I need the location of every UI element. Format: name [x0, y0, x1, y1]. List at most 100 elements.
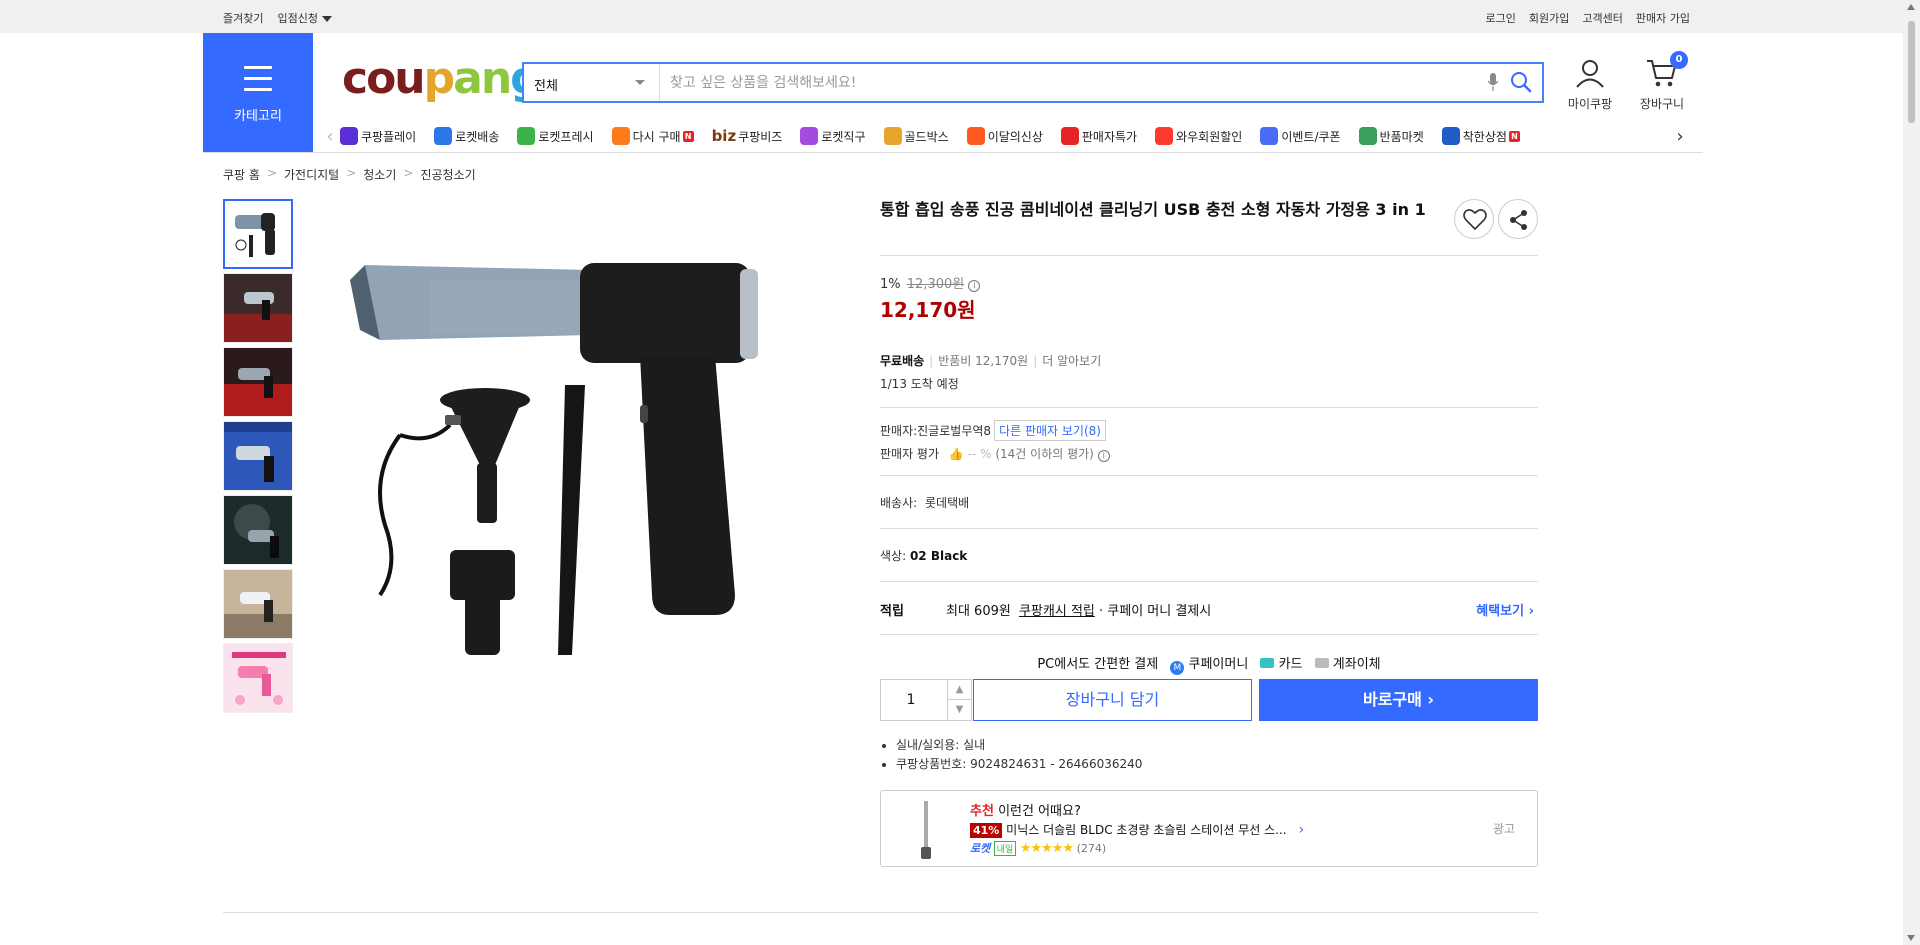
shipping-info: 무료배송 | 반품비 12,170원 | 더 알아보기	[880, 352, 1538, 369]
bookmark-link[interactable]: 즐겨찾기	[223, 10, 263, 26]
quantity-down-icon[interactable]: ▼	[947, 700, 971, 720]
quantity-up-icon[interactable]: ▲	[947, 680, 971, 700]
customer-center-link[interactable]: 고객센터	[1582, 10, 1622, 26]
nav-item-label: 로켓배송	[455, 129, 500, 144]
top-utility-bar: 즐겨찾기 입점신청 로그인 회원가입 고객센터 판매자 가입	[0, 0, 1903, 33]
color-label: 색상:	[880, 549, 907, 563]
scrollbar-thumb[interactable]	[1907, 20, 1916, 124]
breadcrumb: 쿠팡 홈 > 가전디지털 > 청소기 > 진공청소기	[223, 166, 476, 183]
nav-item[interactable]: 다시 구매 N	[611, 127, 694, 145]
buy-now-button[interactable]: 바로구매 ›	[1259, 679, 1538, 721]
pay-method: 카드	[1278, 657, 1303, 672]
seller-rating: 판매자 평가 👍 -- % (14건 이하의 평가) i	[880, 445, 1538, 462]
nav-item[interactable]: 반품마켓	[1358, 127, 1424, 145]
cart-count-badge: 0	[1670, 51, 1688, 69]
nav-item[interactable]: 착한상점 N	[1441, 127, 1520, 145]
chevron-down-icon	[635, 80, 645, 85]
nav-item[interactable]: 쿠팡플레이	[340, 127, 416, 145]
seller-name[interactable]: 진글로벌무역8	[917, 424, 991, 438]
product-thumbnail[interactable]	[223, 273, 293, 343]
nav-item[interactable]: 로켓직구	[800, 127, 866, 145]
goldbox-icon	[883, 127, 902, 145]
rebuy-icon	[611, 127, 630, 145]
vertical-scrollbar[interactable]	[1903, 0, 1920, 945]
search-category-select[interactable]: 전체	[524, 64, 660, 101]
product-thumbnail[interactable]	[223, 421, 293, 491]
product-thumbnail[interactable]	[223, 569, 293, 639]
nav-next-icon[interactable]: ›	[1670, 126, 1690, 147]
user-icon	[1576, 60, 1604, 88]
courier-info: 배송사: 롯데택배	[880, 476, 1538, 528]
discount-rate: 1%	[880, 277, 901, 292]
coupang-logo[interactable]: coupang	[342, 53, 542, 104]
product-thumbnail[interactable]	[223, 643, 293, 713]
logo-part: p	[423, 53, 455, 104]
nav-item[interactable]: biz 쿠팡비즈	[712, 127, 783, 145]
product-thumbnail[interactable]	[223, 347, 293, 417]
nav-item[interactable]: 골드박스	[883, 127, 949, 145]
main-product-image[interactable]	[340, 235, 840, 715]
breadcrumb-item[interactable]: 쿠팡 홈	[223, 166, 260, 183]
login-link[interactable]: 로그인	[1486, 10, 1516, 26]
breadcrumb-item[interactable]: 진공청소기	[420, 166, 475, 183]
nav-item[interactable]: 로켓배송	[434, 127, 499, 145]
benefit-link[interactable]: 혜택보기 ›	[1476, 600, 1534, 619]
courier-label: 배송사:	[880, 496, 918, 510]
return-market-icon	[1358, 127, 1377, 145]
separator: |	[1033, 354, 1038, 368]
share-button[interactable]	[1498, 199, 1538, 239]
breadcrumb-item[interactable]: 청소기	[363, 166, 396, 183]
coupang-cash-link[interactable]: 쿠팡캐시 적립	[1019, 604, 1095, 619]
product-thumbnail[interactable]	[223, 199, 293, 269]
scroll-down-icon[interactable]	[1907, 935, 1915, 941]
wishlist-button[interactable]	[1454, 199, 1494, 239]
section-divider	[223, 912, 1538, 913]
quantity-stepper[interactable]: 1 ▲ ▼	[880, 679, 972, 721]
nav-item[interactable]: 로켓프레시	[517, 127, 594, 145]
mycoupang-button[interactable]: 마이쿠팡	[1565, 58, 1615, 112]
quantity-value[interactable]: 1	[881, 680, 941, 720]
category-menu-button[interactable]: 카테고리	[203, 33, 313, 152]
nav-item[interactable]: 이벤트/쿠폰	[1260, 127, 1341, 145]
signup-link[interactable]: 회원가입	[1529, 10, 1569, 26]
chevron-right-icon: ›	[1298, 822, 1305, 838]
info-icon[interactable]: i	[968, 280, 981, 292]
caret-down-icon	[321, 16, 332, 22]
product-thumbnail[interactable]	[223, 495, 293, 565]
seller-apply-link[interactable]: 입점신청	[277, 10, 332, 26]
biz-icon: biz	[711, 127, 737, 145]
seller-signup-link[interactable]: 판매자 가입	[1636, 10, 1690, 26]
search-icon[interactable]	[1510, 71, 1532, 93]
nav-item[interactable]: 와우회원할인	[1155, 127, 1242, 145]
add-to-cart-button[interactable]: 장바구니 담기	[973, 679, 1252, 721]
share-icon	[1510, 210, 1527, 230]
other-sellers-button[interactable]: 다른 판매자 보기(8)	[994, 420, 1106, 441]
nav-item[interactable]: 판매자특가	[1060, 127, 1137, 145]
color-option[interactable]: 색상: 02 Black	[880, 529, 1538, 581]
recommendation-card[interactable]: 추천 이런건 어때요? 41% 미닉스 더슬림 BLDC 초경량 초슬림 스테이…	[880, 790, 1538, 867]
breadcrumb-item[interactable]: 가전디지털	[284, 166, 339, 183]
chevron-right-icon: >	[346, 166, 357, 180]
thumbnail-list	[223, 199, 293, 717]
seller-rating-label: 판매자 평가	[880, 447, 940, 461]
good-shop-icon	[1441, 127, 1460, 145]
logo-part: cou	[342, 53, 426, 104]
rocket-fresh-icon	[517, 127, 536, 145]
reward-amount: 최대 609원	[946, 604, 1011, 619]
reward-label: 적립	[880, 604, 904, 619]
info-icon[interactable]: i	[1097, 450, 1110, 462]
microphone-icon[interactable]	[1488, 73, 1498, 91]
bank-icon	[1314, 658, 1329, 668]
original-price: 12,300원	[906, 277, 965, 292]
rocket-badge: 로켓	[970, 842, 991, 855]
scroll-up-icon[interactable]	[1907, 4, 1915, 10]
search-input[interactable]	[670, 64, 1470, 101]
sale-icon	[1060, 127, 1079, 145]
review-count: (274)	[1076, 842, 1107, 855]
nav-prev-icon[interactable]: ‹	[320, 126, 340, 147]
chevron-right-icon: >	[403, 166, 414, 180]
more-info-link[interactable]: 더 알아보기	[1042, 354, 1101, 368]
nav-item[interactable]: 이달의신상	[966, 127, 1043, 145]
sale-price: 12,170원	[880, 298, 976, 322]
nav-item-label: 다시 구매	[632, 129, 681, 144]
